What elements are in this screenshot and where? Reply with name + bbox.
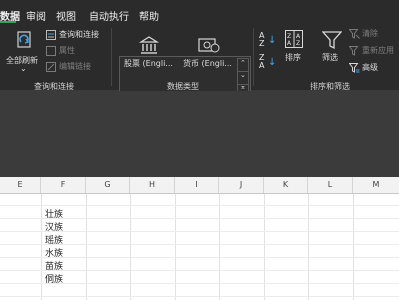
queries-icon <box>46 30 56 40</box>
gallery-scroll-up[interactable]: ⌃ <box>237 58 249 72</box>
refresh-all-button[interactable]: 全部刷新 ⌄ <box>4 28 44 74</box>
stocks-button[interactable]: 股票 (Engli... <box>122 36 177 76</box>
column-headers: E F G H I J K L M <box>0 177 399 194</box>
column-header-h[interactable]: H <box>130 177 175 193</box>
column-header-l[interactable]: L <box>308 177 353 193</box>
chevron-up-icon: ⌃ <box>240 59 246 67</box>
sort-dialog-icon: Z A A Z <box>285 30 303 48</box>
menu-help[interactable]: 帮助 <box>139 8 159 23</box>
advanced-label: 高级 <box>362 63 378 72</box>
sort-az-icon: AZ <box>259 31 265 48</box>
group-separator <box>253 28 254 86</box>
arrow-down-icon: ↓ <box>268 35 277 46</box>
chevron-down-icon: ⌄ <box>240 71 246 79</box>
group-separator <box>111 28 112 86</box>
column-header-i[interactable]: I <box>175 177 219 193</box>
svg-text:Z: Z <box>296 40 300 47</box>
grid-line <box>264 194 265 300</box>
properties-label: 属性 <box>59 46 75 55</box>
currencies-label: 货币 (Engli... <box>183 59 232 68</box>
cell-f-value[interactable]: 水族 <box>45 246 63 259</box>
expand-icon: ⌅ <box>240 83 246 91</box>
sort-descending-button[interactable]: ZA ↓ <box>259 53 277 70</box>
column-header-k[interactable]: K <box>264 177 308 193</box>
ribbon: 全部刷新 ⌄ 查询和连接 属性 编辑链接 查询和连接 股票 (Engli... … <box>0 26 399 102</box>
menu-view[interactable]: 视图 <box>56 8 76 23</box>
currency-icon <box>198 38 220 53</box>
cell-f-value[interactable]: 瑶族 <box>45 233 63 246</box>
svg-text:Z: Z <box>287 33 291 40</box>
bank-icon <box>139 36 159 54</box>
grid-line <box>308 194 309 300</box>
cell-f-value[interactable]: 汉族 <box>45 220 63 233</box>
queries-connections-label: 查询和连接 <box>59 30 99 39</box>
column-header-g[interactable]: G <box>86 177 130 193</box>
cell-f-value[interactable]: 壮族 <box>45 207 63 220</box>
svg-text:A: A <box>287 40 292 47</box>
column-header-m[interactable]: M <box>353 177 399 193</box>
sort-za-icon: ZA <box>259 53 265 70</box>
clear-label: 清除 <box>362 29 378 38</box>
grid-line <box>175 194 176 300</box>
properties-icon <box>46 46 56 56</box>
sort-button[interactable]: Z A A Z 排序 <box>281 28 307 68</box>
column-header-e[interactable]: E <box>0 177 41 193</box>
edit-links-label: 编辑链接 <box>59 62 91 71</box>
stocks-label: 股票 (Engli... <box>124 59 173 68</box>
active-tab-indicator <box>0 21 16 23</box>
grid-line <box>41 194 42 300</box>
cell-f-value[interactable]: 苗族 <box>45 259 63 272</box>
menu-bar: 数据 审阅 视图 自动执行 帮助 <box>0 0 399 26</box>
filter-button[interactable]: 筛选 <box>318 28 346 68</box>
funnel-icon <box>322 31 342 50</box>
advanced-filter-icon <box>349 63 360 73</box>
column-header-j[interactable]: J <box>219 177 264 193</box>
sort-ascending-button[interactable]: AZ ↓ <box>259 31 277 48</box>
grid-line <box>219 194 220 300</box>
sort-label: 排序 <box>285 53 301 62</box>
reapply-icon <box>349 46 359 56</box>
reapply-label: 重新应用 <box>362 46 394 55</box>
currencies-button[interactable]: 货币 (Engli... <box>182 36 237 76</box>
grid-line <box>0 296 399 297</box>
menu-review[interactable]: 审阅 <box>26 8 46 23</box>
grid-line <box>353 194 354 300</box>
cell-f-value[interactable]: 侗族 <box>45 272 63 285</box>
formula-area <box>0 91 399 177</box>
grid-line <box>86 194 87 300</box>
chevron-down-icon: ⌄ <box>20 64 27 73</box>
grid-line <box>0 205 399 206</box>
edit-links-icon <box>46 62 56 72</box>
column-header-f[interactable]: F <box>41 177 86 193</box>
svg-text:A: A <box>296 33 301 40</box>
filter-label: 筛选 <box>322 53 338 62</box>
grid-line <box>130 194 131 300</box>
clear-filter-icon <box>349 29 360 39</box>
arrow-down-icon: ↓ <box>268 57 277 68</box>
refresh-icon <box>17 31 31 48</box>
menu-automate[interactable]: 自动执行 <box>89 8 129 23</box>
